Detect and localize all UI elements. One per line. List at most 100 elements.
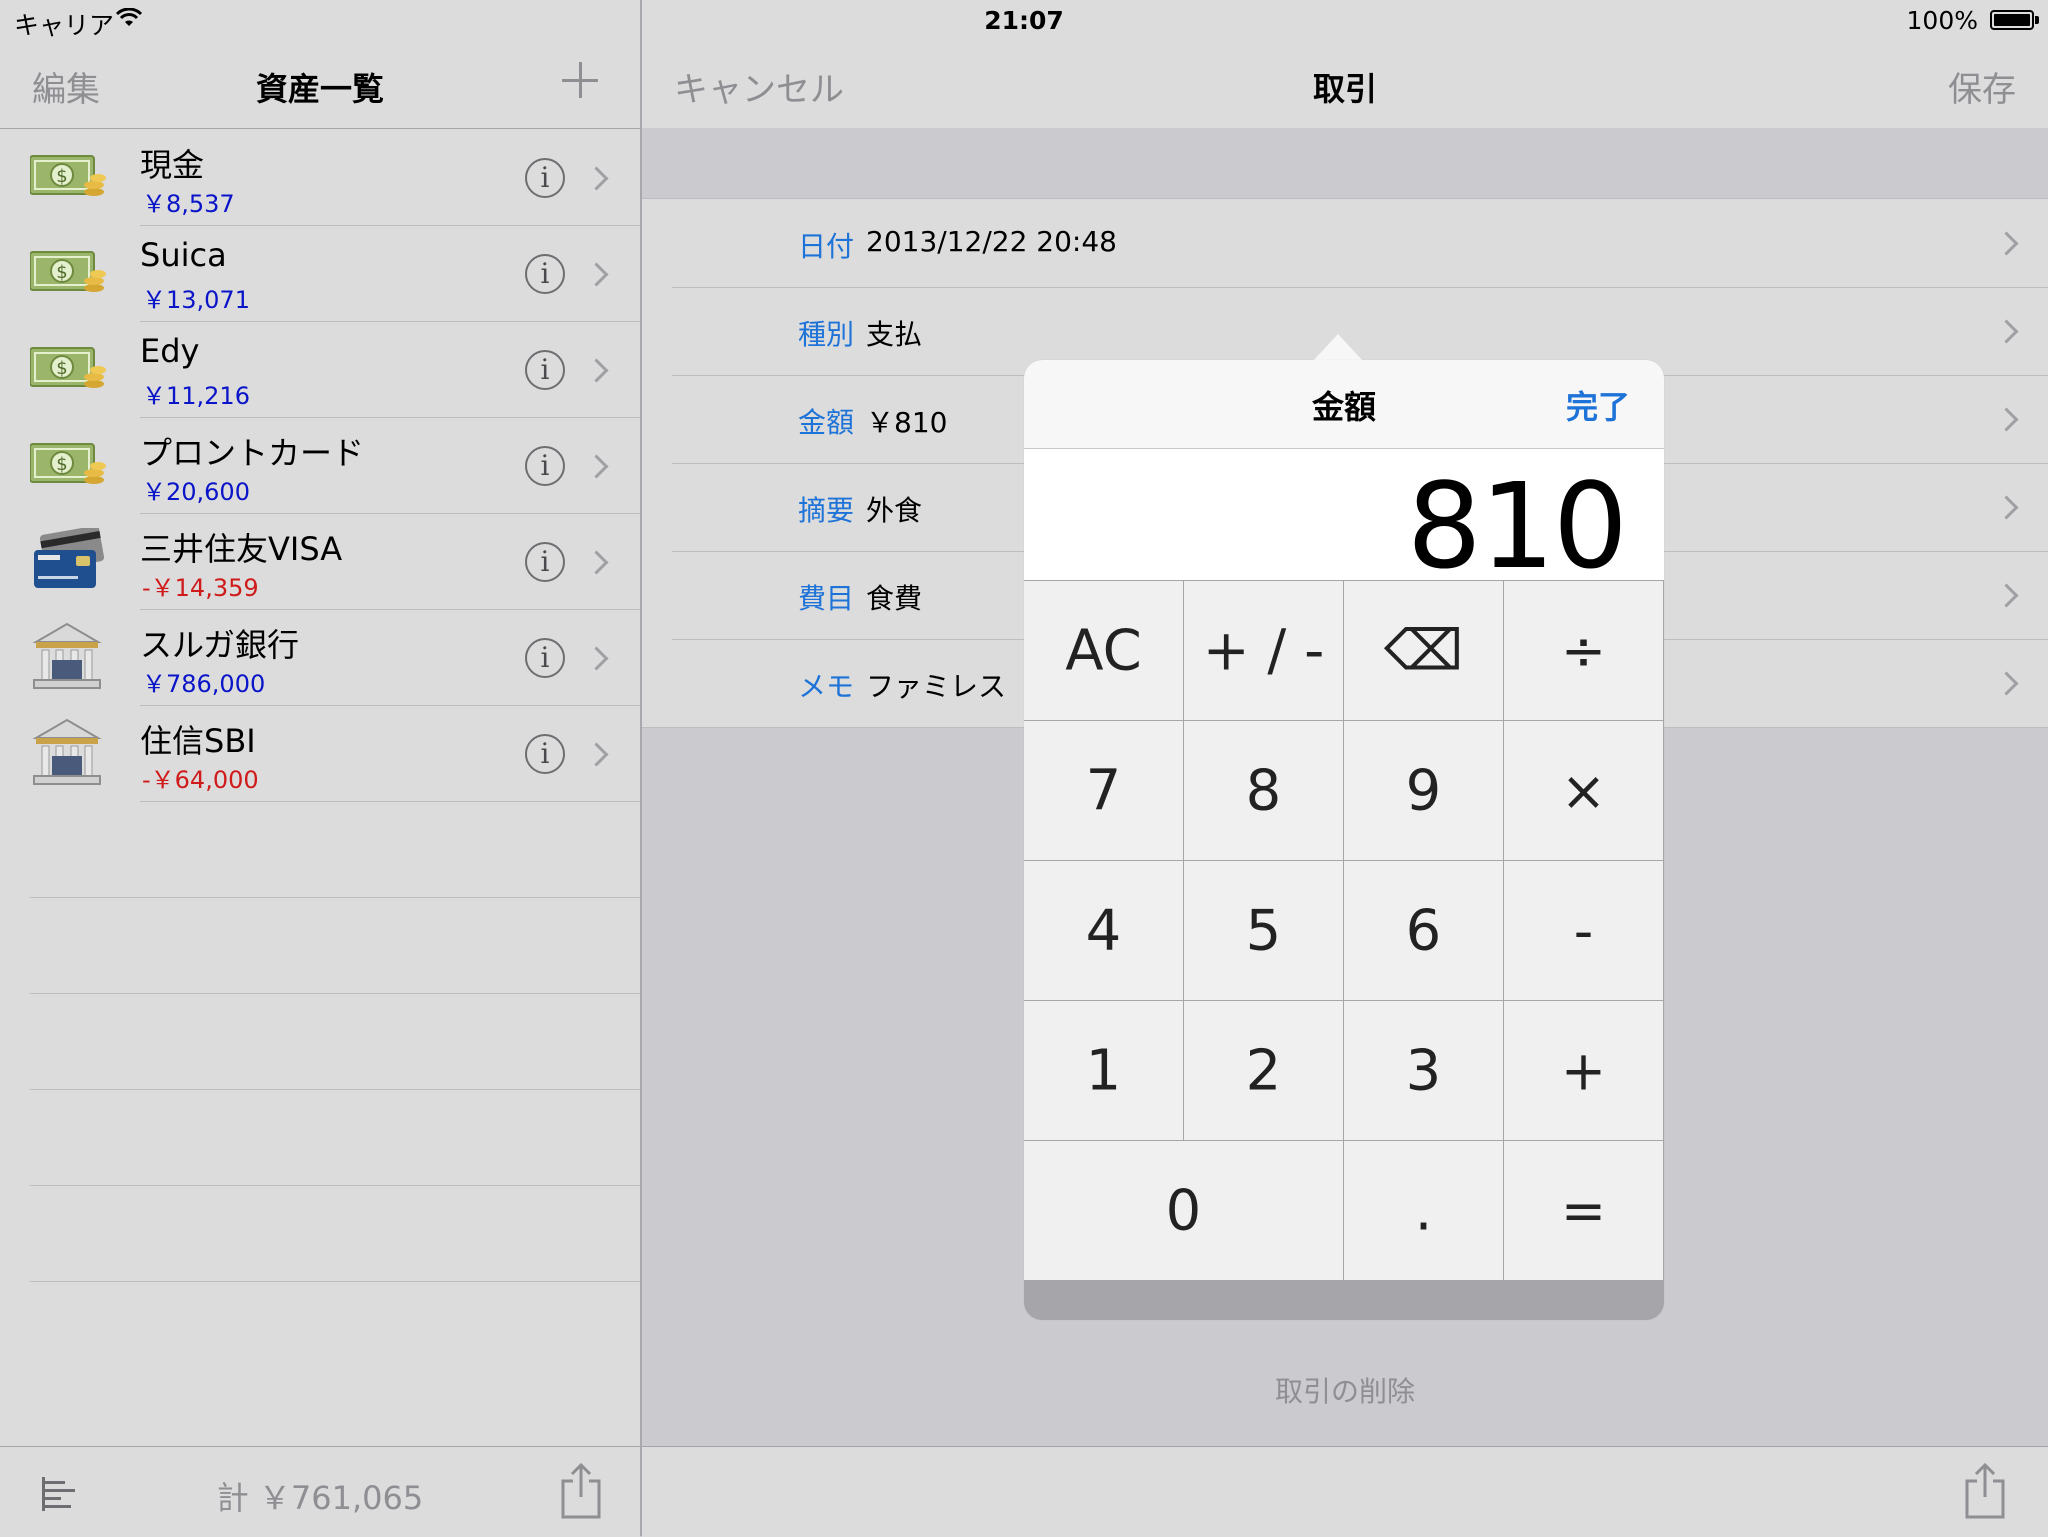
asset-name: 三井住友VISA [140,530,343,568]
asset-name: スルガ銀行 [140,626,300,664]
asset-name: 現金 [140,146,205,184]
add-key[interactable]: + [1504,1001,1663,1140]
total-amount: 計 ￥761,065 [216,1479,424,1517]
clear-key[interactable]: AC [1024,581,1183,720]
asset-row[interactable]: $ Suica ￥13,071 i [0,226,640,322]
digit-1-key[interactable]: 1 [1024,1001,1183,1140]
key-label: AC [1065,618,1142,683]
digit-6-key[interactable]: 6 [1344,861,1503,1000]
cash-icon: $ [30,443,106,484]
row-separator [30,897,640,898]
field-label: 摘要 [798,494,855,527]
digit-3-key[interactable]: 3 [1344,1001,1503,1140]
svg-text:$: $ [56,358,67,379]
chevron-right-icon [584,262,609,287]
share-icon[interactable] [560,1461,602,1519]
info-icon[interactable]: i [525,158,565,198]
sign-toggle-key[interactable]: + / - [1184,581,1343,720]
equals-key[interactable]: = [1504,1141,1663,1280]
right-toolbar [642,1446,2048,1537]
clock: 21:07 [984,6,1064,35]
display-value: 810 [1406,457,1628,595]
chevron-right-icon [584,358,609,383]
svg-text:$: $ [56,454,67,475]
credit-card-icon [34,528,104,588]
delete-transaction-button[interactable]: 取引の削除 [642,1370,2048,1410]
key-label: 1 [1085,1038,1122,1103]
key-label: ⌫ [1383,618,1464,683]
status-bar: キャリア 21:07 100% [0,0,2048,40]
asset-balance: -￥64,000 [142,766,259,794]
asset-row[interactable]: $ 現金 ￥8,537 i [0,130,640,226]
left-toolbar: 計 ￥761,065 [0,1446,640,1537]
asset-name: Edy [140,332,200,370]
info-icon[interactable]: i [525,350,565,390]
info-icon[interactable]: i [525,254,565,294]
info-icon[interactable]: i [525,638,565,678]
chevron-right-icon [584,454,609,479]
divide-key[interactable]: ÷ [1504,581,1663,720]
digit-5-key[interactable]: 5 [1184,861,1343,1000]
field-label: 費目 [798,582,855,615]
field-label: 種別 [798,318,855,351]
asset-row[interactable]: 住信SBI -￥64,000 i [0,706,640,802]
field-value: ￥810 [866,406,948,439]
digit-9-key[interactable]: 9 [1344,721,1503,860]
info-icon[interactable]: i [525,446,565,486]
key-label: . [1414,1178,1433,1243]
asset-row[interactable]: $ プロントカード ￥20,600 i [0,418,640,514]
save-button[interactable]: 保存 [1948,62,2016,111]
chevron-right-icon [1994,671,2019,696]
section-header-band [642,128,2048,198]
asset-balance: ￥8,537 [142,190,235,218]
digit-0-key[interactable]: 0 [1024,1141,1343,1280]
row-separator [30,1185,640,1186]
form-row[interactable]: 日付 2013/12/22 20:48 [642,199,2048,287]
key-label: 0 [1165,1178,1202,1243]
field-value: 2013/12/22 20:48 [866,225,1117,258]
popover-arrow [1312,334,1364,362]
cash-icon: $ [30,347,106,388]
digit-8-key[interactable]: 8 [1184,721,1343,860]
popover-header: 金額 完了 [1024,360,1664,449]
calculator-keypad: AC + / - ⌫ ÷ 7 8 9 × 4 5 6 - 1 2 3 +0. = [1024,581,1664,1320]
key-label: 8 [1245,758,1282,823]
key-label: 9 [1405,758,1442,823]
asset-row[interactable]: スルガ銀行 ￥786,000 i [0,610,640,706]
chevron-right-icon [1994,495,2019,520]
multiply-key[interactable]: × [1504,721,1663,860]
key-label: + [1560,1039,1607,1102]
asset-balance: ￥786,000 [142,670,266,698]
digit-7-key[interactable]: 7 [1024,721,1183,860]
asset-name: プロントカード [140,434,365,472]
key-label: + / - [1202,618,1325,683]
field-value: 食費 [866,582,923,615]
key-label: ÷ [1560,619,1607,682]
calculator-display: 810 [1024,449,1664,595]
digit-2-key[interactable]: 2 [1184,1001,1343,1140]
digit-4-key[interactable]: 4 [1024,861,1183,1000]
add-asset-button[interactable] [562,62,598,98]
field-value: 支払 [866,318,923,351]
key-label: 6 [1405,898,1442,963]
share-icon[interactable] [1964,1461,2006,1519]
asset-row[interactable]: $ Edy ￥11,216 i [0,322,640,418]
backspace-key[interactable]: ⌫ [1344,581,1503,720]
asset-list-pane: 編集 資産一覧 $ 現金 ￥8,537 i $ Suica ￥13,071 i $ Edy ￥11,… [0,0,640,1537]
battery-tip [2035,16,2039,24]
chevron-right-icon [1994,583,2019,608]
asset-row[interactable]: 三井住友VISA -￥14,359 i [0,514,640,610]
subtract-key[interactable]: - [1504,861,1663,1000]
svg-text:$: $ [56,262,67,283]
field-label: 金額 [798,406,855,439]
info-icon[interactable]: i [525,734,565,774]
bank-icon [32,718,102,785]
field-value: 外食 [866,494,923,527]
key-label: - [1573,899,1594,962]
info-icon[interactable]: i [525,542,565,582]
asset-balance: ￥11,216 [142,382,250,410]
done-button[interactable]: 完了 [1566,382,1630,428]
asset-balance: -￥14,359 [142,574,259,602]
decimal-key[interactable]: . [1344,1141,1503,1280]
chevron-right-icon [584,166,609,191]
